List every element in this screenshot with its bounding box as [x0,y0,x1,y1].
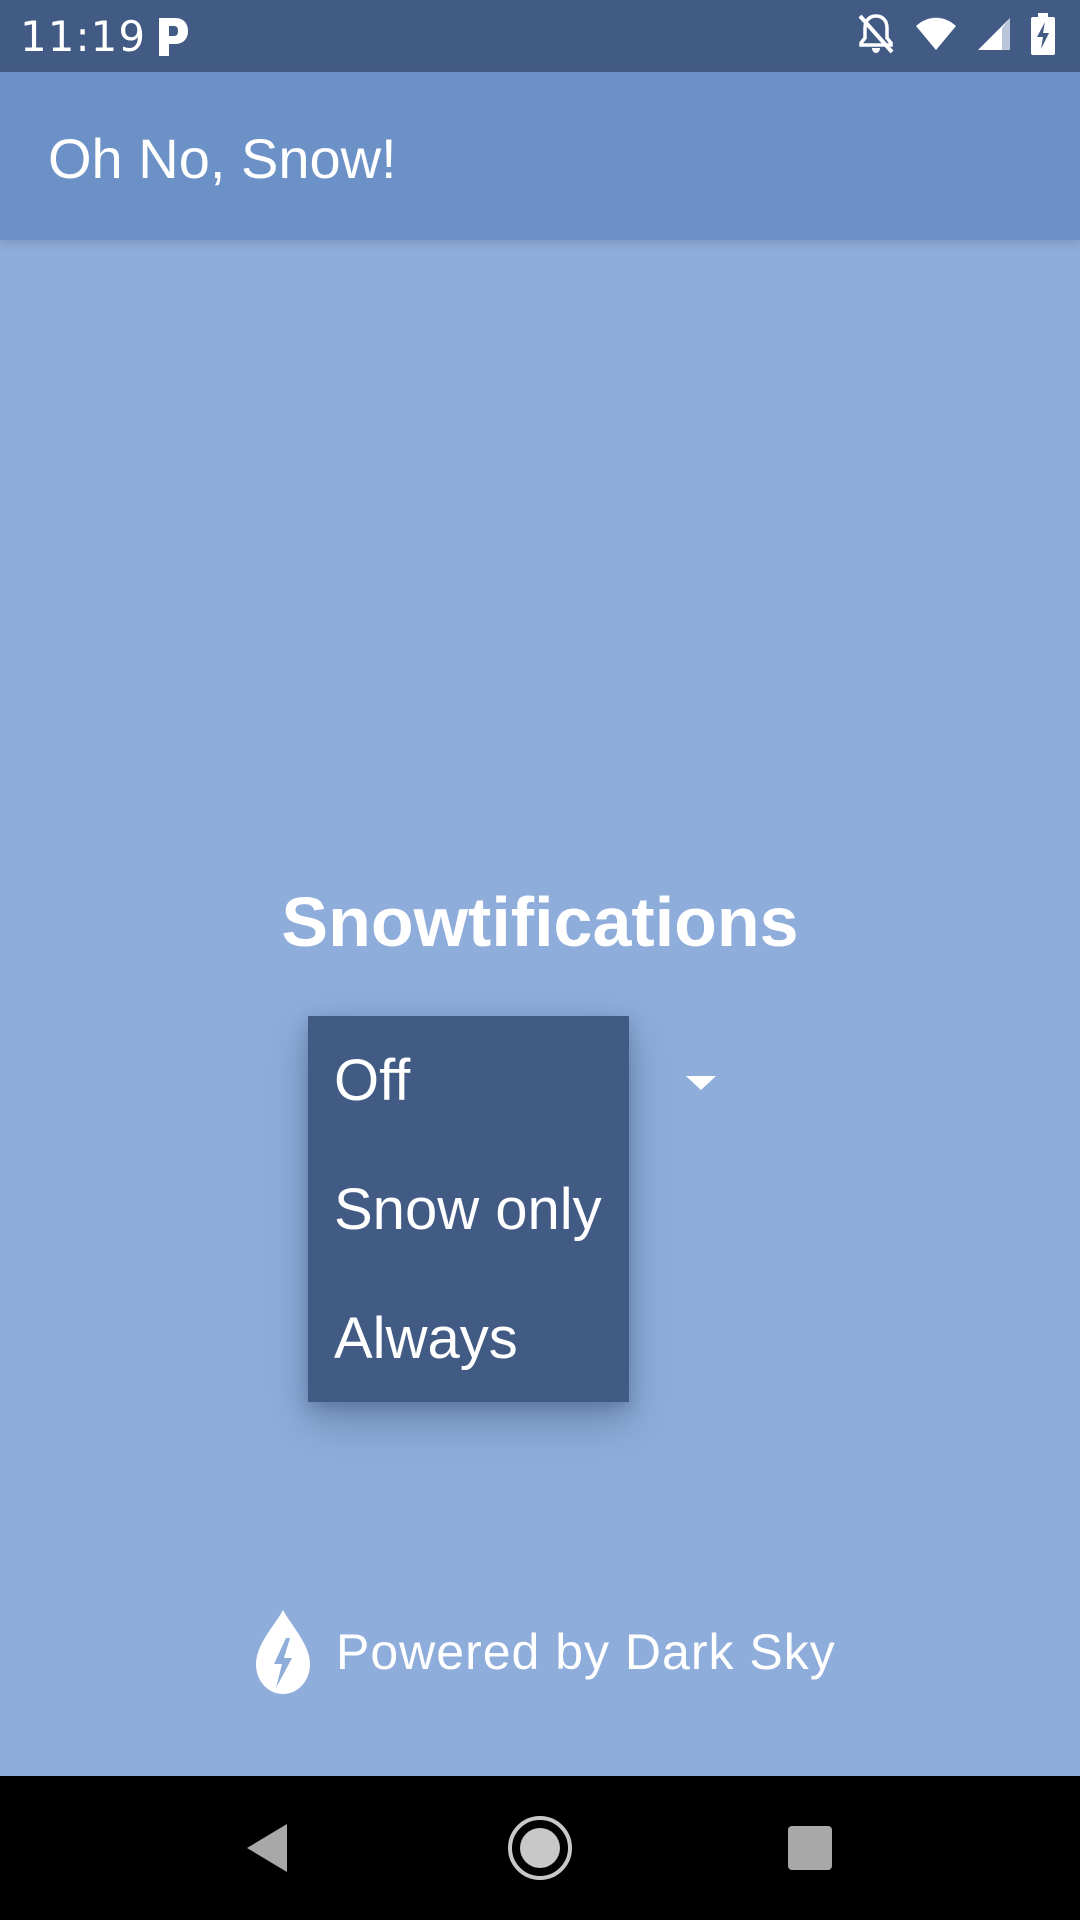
notifications-off-icon [856,12,896,61]
dark-sky-drop-icon [250,1608,316,1696]
app-bar: Oh No, Snow! [0,72,1080,240]
wifi-icon [914,14,958,59]
nav-bar [0,1776,1080,1920]
section-title: Snowtifications [281,883,799,961]
back-icon[interactable] [188,1776,348,1920]
dropdown-menu: Off Snow only Always [308,1016,629,1402]
dropdown-arrow-icon[interactable] [686,1076,716,1090]
recents-icon[interactable] [730,1776,890,1920]
battery-charging-icon [1030,12,1056,61]
menu-item-snow-only[interactable]: Snow only [308,1145,629,1274]
powered-by-text: Powered by Dark Sky [336,1624,836,1680]
app-title: Oh No, Snow! [48,127,397,190]
powered-by-dark-sky[interactable]: Powered by Dark Sky [250,1608,836,1696]
menu-item-always[interactable]: Always [308,1274,629,1403]
screen: 11:19 Oh No, Snow! Snowtifications Off S… [0,0,1080,1920]
parking-p-icon [155,14,191,58]
cell-signal-icon [976,14,1012,59]
home-icon[interactable] [460,1776,620,1920]
status-time: 11:19 [20,12,147,61]
menu-item-off[interactable]: Off [308,1016,629,1145]
status-bar: 11:19 [0,0,1080,72]
status-icons [856,12,1056,60]
